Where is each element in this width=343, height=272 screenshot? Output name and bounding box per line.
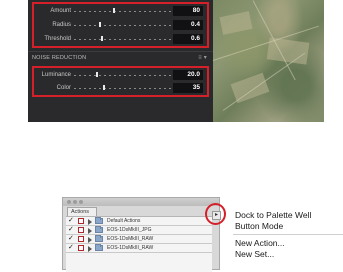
slider-thumb[interactable] xyxy=(103,85,105,90)
palette-flyout-menu: Dock to Palette Well Button Mode New Act… xyxy=(229,204,343,270)
menu-item-button-mode[interactable]: Button Mode xyxy=(235,221,283,231)
luminance-slider[interactable] xyxy=(74,72,172,77)
slider-label: Radius xyxy=(52,22,71,28)
color-slider-row: Color 35 xyxy=(36,82,205,95)
sharpening-group: Amount 80 Radius 0.4 Threshold 0.6 xyxy=(32,2,209,48)
slider-thumb[interactable] xyxy=(113,8,115,13)
luminance-value-field[interactable]: 20.0 xyxy=(173,70,203,80)
amount-slider[interactable] xyxy=(74,8,172,13)
close-icon[interactable] xyxy=(67,200,71,204)
slider-label: Luminance xyxy=(41,72,71,78)
tab-actions[interactable]: Actions xyxy=(67,207,97,216)
luminance-slider-row: Luminance 20.0 xyxy=(36,69,205,82)
folder-icon xyxy=(95,235,103,242)
menu-separator xyxy=(233,234,343,235)
threshold-slider-row: Threshold 0.6 xyxy=(36,33,205,46)
list-item[interactable]: ✓ Default Actions xyxy=(66,217,212,226)
action-set-name: EOS-1DsMkIII_JPG xyxy=(107,227,152,233)
expand-triangle-icon[interactable] xyxy=(88,228,92,234)
folder-icon xyxy=(95,226,103,233)
include-checkmark-icon[interactable]: ✓ xyxy=(68,226,74,233)
folder-icon xyxy=(95,217,103,224)
expand-triangle-icon[interactable] xyxy=(88,237,92,243)
section-options-icon[interactable]: ≡ ▾ xyxy=(198,54,207,61)
folder-icon xyxy=(95,244,103,251)
include-checkmark-icon[interactable]: ✓ xyxy=(68,235,74,242)
action-set-name: EOS-1DsMkIII_RAW xyxy=(107,236,154,242)
color-value-field[interactable]: 35 xyxy=(173,83,203,93)
section-divider xyxy=(28,51,213,52)
highlight-circle xyxy=(205,203,226,225)
slider-label: Color xyxy=(56,85,71,91)
slider-thumb[interactable] xyxy=(96,72,98,77)
list-item[interactable]: ✓ EOS-1DsMkIII_RAW xyxy=(66,235,212,244)
include-checkmark-icon[interactable]: ✓ xyxy=(68,244,74,251)
action-set-name: Default Actions xyxy=(107,218,141,224)
palette-titlebar[interactable] xyxy=(63,198,219,206)
slider-label: Amount xyxy=(50,8,71,14)
minimize-icon[interactable] xyxy=(73,200,77,204)
threshold-slider[interactable] xyxy=(74,36,172,41)
slider-thumb[interactable] xyxy=(101,36,103,41)
threshold-value-field[interactable]: 0.6 xyxy=(173,34,203,44)
amount-slider-row: Amount 80 xyxy=(36,5,205,18)
include-checkmark-icon[interactable]: ✓ xyxy=(68,217,74,224)
color-slider[interactable] xyxy=(74,85,172,90)
expand-triangle-icon[interactable] xyxy=(88,219,92,225)
noise-reduction-header: NOISE REDUCTION ≡ ▾ xyxy=(28,53,213,63)
dialog-toggle-icon[interactable] xyxy=(78,227,84,233)
actions-palette: Actions ✓ Default Actions ✓ EOS-1DsMkIII… xyxy=(62,197,220,272)
slider-label: Threshold xyxy=(44,36,71,42)
radius-slider-row: Radius 0.4 xyxy=(36,19,205,32)
menu-item-new-action[interactable]: New Action... xyxy=(235,238,285,248)
actions-list: ✓ Default Actions ✓ EOS-1DsMkIII_JPG ✓ E… xyxy=(66,216,212,272)
dialog-toggle-icon[interactable] xyxy=(78,218,84,224)
noise-reduction-group: Luminance 20.0 Color 35 xyxy=(32,66,209,97)
menu-item-dock-to-palette-well[interactable]: Dock to Palette Well xyxy=(235,210,311,220)
dialog-toggle-icon[interactable] xyxy=(78,236,84,242)
slider-thumb[interactable] xyxy=(99,22,101,27)
list-item[interactable]: ✓ EOS-1DsMkIII_JPG xyxy=(66,226,212,235)
section-title: NOISE REDUCTION xyxy=(32,55,87,61)
dialog-toggle-icon[interactable] xyxy=(78,245,84,251)
zoom-icon[interactable] xyxy=(79,200,83,204)
aerial-photo xyxy=(212,0,324,122)
list-item[interactable]: ✓ EOS-1DsMkIII_RAW xyxy=(66,244,212,253)
menu-item-new-set[interactable]: New Set... xyxy=(235,249,274,259)
action-set-name: EOS-1DsMkIII_RAW xyxy=(107,245,154,251)
amount-value-field[interactable]: 80 xyxy=(173,6,203,16)
expand-triangle-icon[interactable] xyxy=(88,246,92,252)
radius-slider[interactable] xyxy=(74,22,172,27)
radius-value-field[interactable]: 0.4 xyxy=(173,20,203,30)
